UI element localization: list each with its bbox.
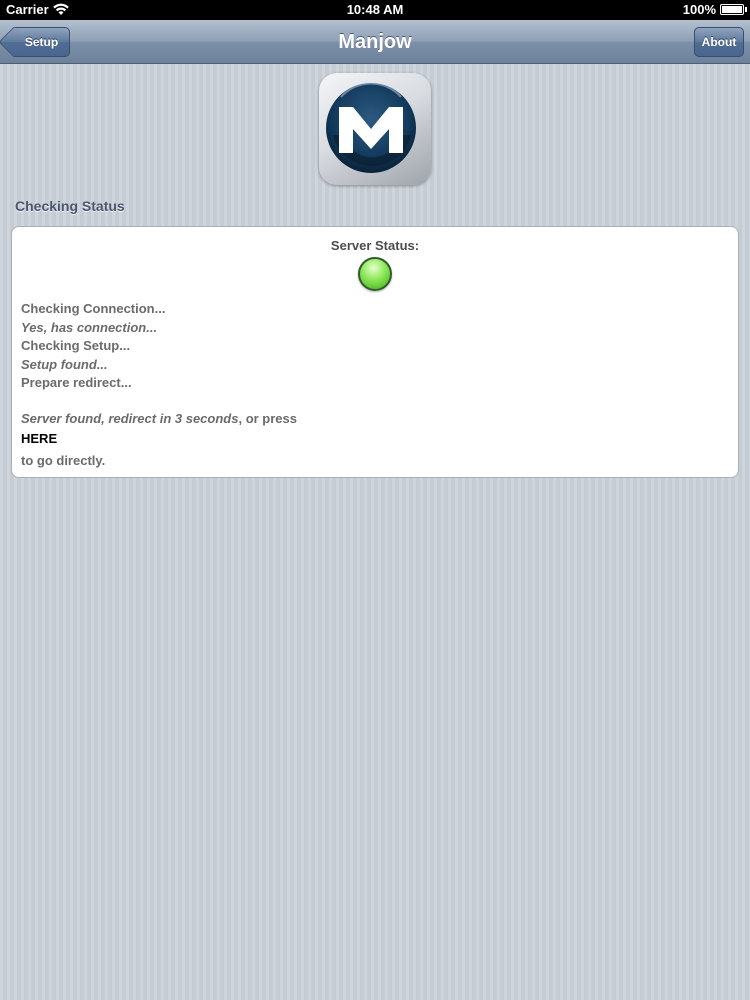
section-title: Checking Status xyxy=(15,198,125,214)
manjow-logo-icon xyxy=(326,82,416,173)
clock: 10:48 AM xyxy=(346,2,404,17)
redirect-message-main: Server found, redirect in 3 seconds xyxy=(21,411,239,426)
redirect-message: Server found, redirect in 3 seconds, or … xyxy=(21,411,297,426)
battery-icon xyxy=(720,4,747,15)
status-log: Checking Connection... Yes, has connecti… xyxy=(21,300,165,393)
back-button[interactable]: Setup xyxy=(14,27,70,57)
status-card: Server Status: Checking Connection... Ye… xyxy=(11,226,739,478)
log-line: Setup found... xyxy=(21,356,108,372)
redirect-message-suffix: , or press xyxy=(238,411,297,426)
manjow-logo xyxy=(319,73,431,185)
status-bar: Carrier 10:48 AM 100% xyxy=(0,0,750,20)
about-button-label: About xyxy=(701,35,737,49)
here-link[interactable]: HERE xyxy=(21,431,57,446)
about-button[interactable]: About xyxy=(694,27,744,57)
page-title: Manjow xyxy=(338,31,412,53)
log-line: Checking Setup... xyxy=(21,338,131,353)
navigation-bar: Manjow Setup About xyxy=(0,20,750,64)
log-line: Prepare redirect... xyxy=(21,375,132,390)
go-directly-text: to go directly. xyxy=(21,453,106,468)
log-line: Yes, has connection... xyxy=(21,319,158,335)
log-line: Checking Connection... xyxy=(21,301,166,316)
status-light-icon xyxy=(358,257,392,291)
battery-percentage: 100% xyxy=(682,2,716,17)
back-button-label: Setup xyxy=(24,35,59,49)
server-status-label: Server Status: xyxy=(330,238,420,253)
